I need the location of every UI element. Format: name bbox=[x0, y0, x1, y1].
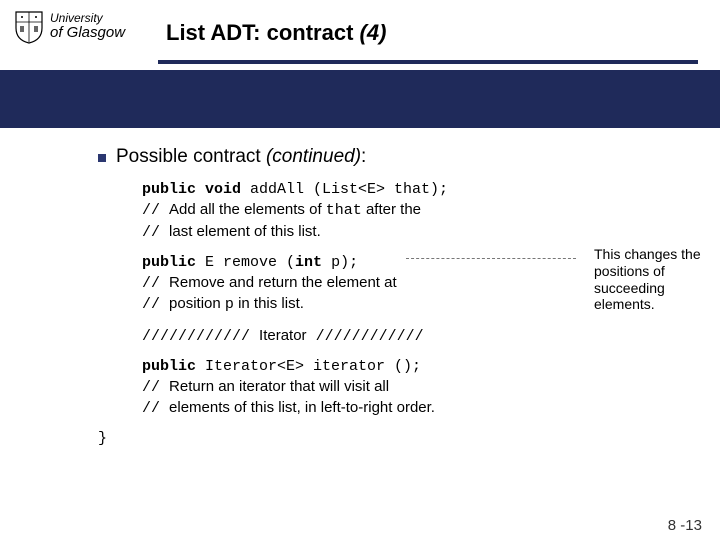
university-logo: University of Glasgow bbox=[14, 10, 166, 44]
cmt-slashes2: // bbox=[142, 224, 169, 241]
cmt-slashes: // bbox=[142, 202, 169, 219]
note-connector bbox=[406, 258, 576, 259]
remove-E: E bbox=[205, 254, 214, 271]
addall-c2: // last element of this list. bbox=[142, 222, 700, 243]
iter-sig: public Iterator<E> iterator (); bbox=[142, 357, 700, 377]
remove-c1-txt: Remove and return the element at bbox=[169, 274, 397, 291]
slide-title: List ADT: contract (4) bbox=[166, 20, 706, 46]
cmt-slashes3: // bbox=[142, 275, 169, 292]
code-addall: public void addAll (List<E> that); // Ad… bbox=[142, 180, 700, 243]
iter-c2-txt: elements of this list, in left-to-right … bbox=[169, 399, 435, 416]
addall-c1-that: that bbox=[326, 202, 362, 219]
addall-name: addAll (List<E> that); bbox=[250, 181, 448, 198]
bullet-pre: Possible contract bbox=[116, 146, 266, 167]
remove-c2-a: position bbox=[169, 295, 225, 312]
iter-hdr: //////////// Iterator //////////// bbox=[142, 326, 700, 347]
iter-name: Iterator<E> iterator (); bbox=[205, 358, 421, 375]
side-note: This changes the positions of succeeding… bbox=[594, 246, 712, 313]
remove-c2-p: p bbox=[225, 296, 234, 313]
kw-public-void: public void bbox=[142, 181, 250, 198]
university-line1: University bbox=[50, 12, 125, 25]
remove-mid: remove ( bbox=[214, 254, 295, 271]
banner bbox=[0, 70, 720, 128]
iter-c1-txt: Return an iterator that will visit all bbox=[169, 378, 389, 395]
addall-sig: public void addAll (List<E> that); bbox=[142, 180, 700, 200]
bullet-post: : bbox=[361, 146, 366, 167]
remove-c2-b: in this list. bbox=[234, 295, 304, 312]
remove-tail: p); bbox=[322, 254, 358, 271]
kw-public2: public bbox=[142, 358, 205, 375]
iterator-header: //////////// Iterator //////////// bbox=[142, 326, 700, 347]
addall-c1: // Add all the elements of that after th… bbox=[142, 200, 700, 221]
iter-hdr-b: //////////// bbox=[307, 328, 424, 345]
iter-c1: // Return an iterator that will visit al… bbox=[142, 377, 700, 398]
cmt-slashes4: // bbox=[142, 296, 169, 313]
addall-c1-b: after the bbox=[362, 201, 421, 218]
title-text: List ADT: contract bbox=[166, 20, 360, 45]
cmt-slashes5: // bbox=[142, 379, 169, 396]
iter-c2: // elements of this list, in left-to-rig… bbox=[142, 398, 700, 419]
crest-icon bbox=[14, 10, 44, 44]
bullet-icon bbox=[98, 154, 106, 162]
header: University of Glasgow List ADT: contract… bbox=[0, 0, 720, 70]
title-underline bbox=[158, 60, 698, 64]
bullet-text: Possible contract (continued): bbox=[116, 146, 366, 168]
iter-hdr-a: //////////// bbox=[142, 328, 259, 345]
kw-int: int bbox=[295, 254, 322, 271]
iter-hdr-txt: Iterator bbox=[259, 327, 307, 344]
university-name: University of Glasgow bbox=[50, 12, 125, 40]
title-italic: (4) bbox=[360, 20, 387, 45]
content: Possible contract (continued): public vo… bbox=[0, 128, 720, 447]
university-line2: of Glasgow bbox=[50, 25, 125, 41]
bullet-row: Possible contract (continued): bbox=[98, 146, 700, 168]
cmt-slashes6: // bbox=[142, 400, 169, 417]
addall-c2-txt: last element of this list. bbox=[169, 223, 321, 240]
code-iterator: public Iterator<E> iterator (); // Retur… bbox=[142, 357, 700, 420]
closing-brace: } bbox=[98, 430, 700, 447]
title-area: List ADT: contract (4) bbox=[166, 10, 706, 64]
bullet-italic: (continued) bbox=[266, 146, 361, 167]
page-number: 8 -13 bbox=[668, 517, 702, 534]
addall-c1-a: Add all the elements of bbox=[169, 201, 326, 218]
kw-public: public bbox=[142, 254, 205, 271]
